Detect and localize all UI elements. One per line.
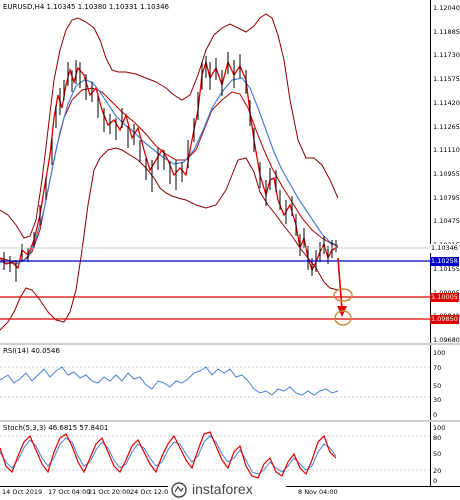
price-chart-svg: [0, 13, 430, 331]
rsi-level-label: 50: [433, 382, 442, 390]
rsi-level-label: 70: [433, 364, 442, 372]
price-tick-label: 1.10155: [433, 264, 460, 273]
time-label-4: 8 Nov 04:00: [298, 488, 338, 496]
price-tick-label: 1.10955: [433, 170, 460, 178]
instaforex-logo-icon: [171, 482, 187, 498]
stochastic-level-label: 80: [433, 434, 442, 442]
candlesticks: [3, 52, 337, 282]
support-price-tag: 1.10258: [430, 257, 459, 266]
stochastic-header: Stoch(5,3,3) 46.6815 57.8401: [3, 424, 109, 432]
stochastic-level-label: 50: [433, 450, 442, 458]
price-tick-label: 1.10475: [433, 217, 460, 226]
rsi-line: [0, 366, 339, 396]
bollinger-upper-band: [0, 13, 339, 239]
rsi-level-label: 100: [433, 349, 446, 357]
stochastic-level-label: 0: [433, 477, 438, 485]
target-1-price-tag: 1.10005: [430, 293, 459, 302]
watermark-text: instaforex: [192, 481, 253, 497]
time-label-2: 21 Oct 20:00: [88, 488, 131, 496]
rsi-pane[interactable]: RSI(14) 40.0546: [0, 345, 430, 420]
price-tick-label: 1.10795: [433, 193, 460, 202]
target-circle-1: [333, 288, 353, 302]
rsi-header: RSI(14) 40.0546: [3, 347, 60, 355]
stochastic-level-label: 100: [433, 424, 446, 432]
price-line: [0, 59, 339, 272]
rsi-level-label: 30: [433, 396, 442, 404]
time-label-1: 17 Oct 04:00: [48, 488, 91, 496]
price-tick-label: 1.11885: [433, 27, 460, 36]
watermark-logo: instaforex: [168, 480, 286, 500]
time-label-0: 14 Oct 2019: [2, 488, 43, 496]
price-tick-label: 1.12040: [433, 4, 460, 12]
forecast-arrow: [337, 257, 347, 317]
rsi-level-label: 0: [433, 411, 438, 419]
stoch-main-line: [0, 431, 337, 479]
main-price-pane[interactable]: EURUSD,H4 1.10345 1.10380 1.10331 1.1034…: [0, 0, 430, 343]
price-tick-label: 1.11110: [433, 146, 460, 155]
price-tick-label: 1.11575: [433, 75, 460, 84]
symbol-header: EURUSD,H4 1.10345 1.10380 1.10331 1.1034…: [3, 3, 169, 11]
stochastic-pane[interactable]: Stoch(5,3,3) 46.6815 57.8401: [0, 422, 430, 486]
stochastic-level-label: 20: [433, 467, 442, 475]
chart-window: EURUSD,H4 1.10345 1.10380 1.10331 1.1034…: [0, 0, 460, 500]
price-tick-label: 1.11420: [433, 98, 460, 107]
current-price-tag: 1.10346: [430, 244, 459, 253]
target-2-price-tag: 1.09850: [430, 315, 459, 324]
time-label-3: 24 Oct 12:00: [130, 488, 173, 496]
price-tick-label: 1.11730: [433, 51, 460, 60]
rsi-chart-svg: [0, 366, 430, 398]
price-tick-label: 1.11265: [433, 122, 460, 131]
